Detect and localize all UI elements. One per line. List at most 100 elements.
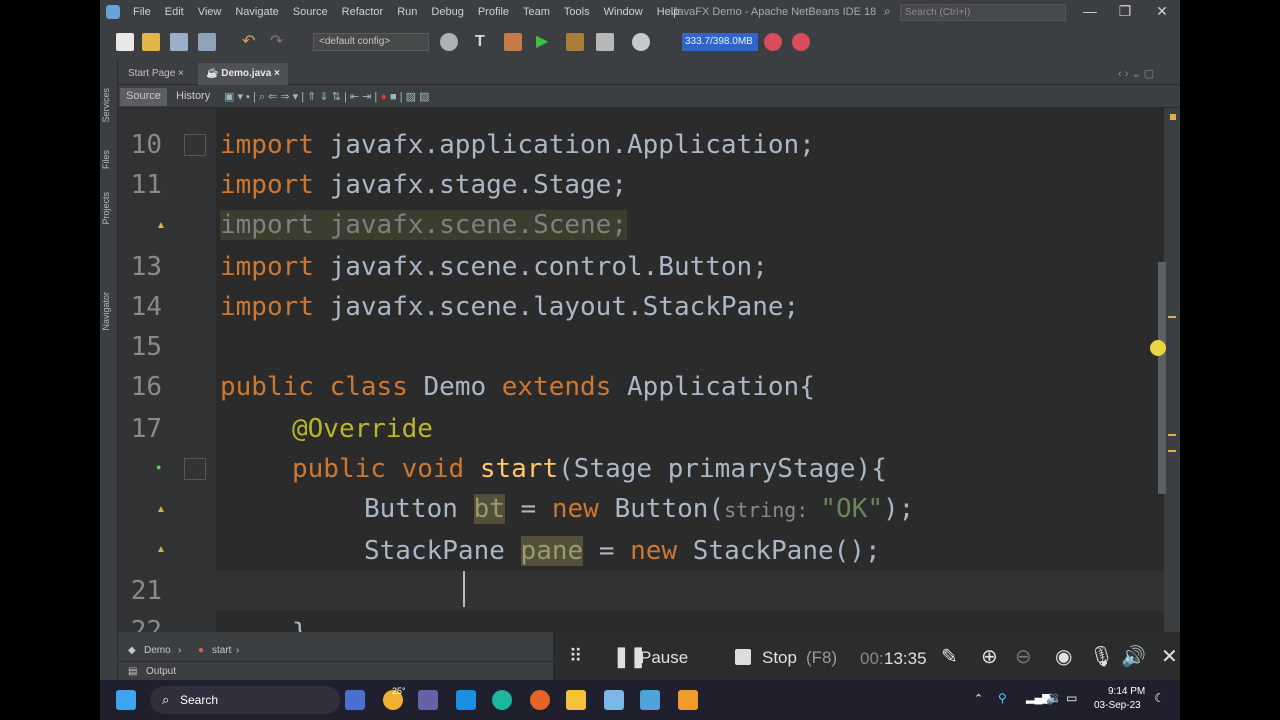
- menu-debug[interactable]: Debug: [424, 6, 470, 18]
- configuration-select[interactable]: <default config>: [313, 33, 429, 51]
- drag-handle-icon[interactable]: ⠿: [569, 646, 582, 667]
- search-icon[interactable]: ⌕: [884, 4, 891, 19]
- gc-icon[interactable]: [764, 33, 782, 51]
- maximize-icon[interactable]: ❐: [1113, 3, 1137, 20]
- monitor-icon[interactable]: [632, 33, 650, 51]
- sidetab-services[interactable]: Services: [101, 88, 111, 123]
- pen-icon[interactable]: ✎: [941, 644, 958, 669]
- open-project-icon[interactable]: [170, 33, 188, 51]
- menu-tools[interactable]: Tools: [557, 6, 597, 18]
- menu-run[interactable]: Run: [390, 6, 424, 18]
- close-icon[interactable]: ×: [274, 68, 280, 79]
- debug-icon[interactable]: [566, 33, 584, 51]
- search-input[interactable]: Search (Ctrl+I): [900, 4, 1066, 21]
- edge-icon[interactable]: [492, 690, 512, 710]
- stop-button[interactable]: Stop: [762, 648, 797, 668]
- clock-date[interactable]: 03-Sep-23: [1094, 700, 1141, 711]
- new-file-icon[interactable]: [116, 33, 134, 51]
- start-icon[interactable]: [116, 690, 136, 710]
- minimize-icon[interactable]: —: [1078, 3, 1102, 19]
- menu-file[interactable]: File: [126, 6, 158, 18]
- warning-marker-icon: [1170, 114, 1176, 120]
- battery-icon[interactable]: ▭: [1066, 691, 1077, 705]
- netbeans-taskbar-icon[interactable]: [604, 690, 624, 710]
- line-number: 13: [130, 252, 162, 282]
- menu-refactor[interactable]: Refactor: [335, 6, 391, 18]
- sidetab-projects[interactable]: Projects: [101, 192, 111, 225]
- vertical-scrollbar[interactable]: [1164, 108, 1180, 632]
- file-explorer-icon[interactable]: [566, 690, 586, 710]
- breadcrumb-class[interactable]: Demo: [144, 645, 171, 656]
- notepad-icon[interactable]: [640, 690, 660, 710]
- close-icon[interactable]: ✕: [1161, 644, 1178, 669]
- build-hammer-icon[interactable]: T: [475, 33, 493, 51]
- clock-time[interactable]: 9:14 PM: [1108, 686, 1145, 697]
- error-stripe-mark[interactable]: [1168, 434, 1176, 436]
- scrollbar-thumb[interactable]: [1158, 262, 1166, 494]
- close-icon[interactable]: ×: [178, 68, 184, 79]
- sidetab-navigator[interactable]: Navigator: [101, 292, 111, 331]
- breadcrumb-method[interactable]: start: [212, 645, 231, 656]
- recorder-app-icon[interactable]: [678, 690, 698, 710]
- stop-icon[interactable]: [735, 649, 751, 665]
- zoom-out-icon[interactable]: ⊖: [1015, 644, 1032, 669]
- menu-navigate[interactable]: Navigate: [228, 6, 285, 18]
- tray-chevron-up-icon[interactable]: ⌃: [974, 692, 983, 705]
- code-editor[interactable]: 10 11 ▲ 13 14 15 16 17 ● ▲ ▲ 21 22 impor…: [118, 108, 1164, 632]
- lightbulb-icon[interactable]: ▲: [156, 504, 166, 515]
- save-all-icon[interactable]: [198, 33, 216, 51]
- menu-window[interactable]: Window: [597, 6, 650, 18]
- menu-source[interactable]: Source: [286, 6, 335, 18]
- tab-start-page[interactable]: Start Page ×: [120, 63, 192, 85]
- undo-icon[interactable]: ↶: [242, 33, 260, 51]
- zoom-in-icon[interactable]: ⊕: [981, 644, 998, 669]
- text-caret: [463, 571, 465, 607]
- fold-toggle-icon[interactable]: [184, 458, 206, 480]
- line-number: 14: [130, 292, 162, 322]
- taskbar-search[interactable]: Search: [150, 686, 340, 714]
- menu-view[interactable]: View: [191, 6, 229, 18]
- error-stripe-mark[interactable]: [1168, 450, 1176, 452]
- line-number: 11: [130, 170, 162, 200]
- lightbulb-icon[interactable]: ▲: [156, 220, 166, 231]
- run-icon[interactable]: ▶: [536, 33, 554, 51]
- java-file-icon: ☕: [206, 68, 219, 79]
- sidetab-files[interactable]: Files: [101, 150, 111, 169]
- firefox-icon[interactable]: [530, 690, 550, 710]
- mail-icon[interactable]: [456, 690, 476, 710]
- output-tab[interactable]: Output: [146, 666, 176, 677]
- history-tab[interactable]: History: [170, 88, 216, 106]
- source-tab[interactable]: Source: [120, 88, 167, 106]
- profile-icon[interactable]: [596, 33, 614, 51]
- teams-icon[interactable]: [418, 690, 438, 710]
- tab-demo-java[interactable]: ☕ Demo.java ×: [198, 63, 288, 85]
- menu-team[interactable]: Team: [516, 6, 557, 18]
- editor-actions[interactable]: ▣ ▾ ▪ | ⌕ ⇐ ⇒ ▾ | ⇑ ⇓ ⇅ | ⇤ ⇥ | ● ■ | ▨ …: [224, 90, 584, 104]
- new-project-icon[interactable]: [142, 33, 160, 51]
- volume-icon[interactable]: 🔉: [1046, 690, 1062, 706]
- menu-profile[interactable]: Profile: [471, 6, 516, 18]
- speaker-icon[interactable]: 🔊: [1121, 644, 1146, 669]
- moon-icon[interactable]: ☾: [1154, 691, 1165, 705]
- network-tray-icon[interactable]: ⚲: [998, 691, 1007, 705]
- menu-edit[interactable]: Edit: [158, 6, 191, 18]
- tab-scroll-icon[interactable]: ‹ › ⌄ ▢: [1118, 67, 1154, 80]
- webcam-icon[interactable]: ◉: [1055, 644, 1072, 669]
- override-marker-icon[interactable]: ●: [156, 462, 161, 472]
- line-number: 22: [130, 616, 162, 632]
- error-stripe-mark[interactable]: [1168, 316, 1176, 318]
- record-icon[interactable]: ●: [380, 91, 387, 103]
- pause-button[interactable]: Pause: [640, 648, 688, 668]
- close-icon[interactable]: ✕: [1150, 3, 1174, 20]
- memory-indicator[interactable]: 333.7/398.0MB: [682, 33, 758, 51]
- globe-icon[interactable]: [440, 33, 458, 51]
- task-view-icon[interactable]: [345, 690, 365, 710]
- line-number: 15: [130, 332, 162, 362]
- redo-icon[interactable]: ↷: [270, 33, 288, 51]
- clean-build-icon[interactable]: [504, 33, 522, 51]
- screen-recorder-bar: ⠿ ❚❚ Pause Stop (F8) 00: 13:35 ✎ ⊕ ⊖ ◉ 🎙…: [553, 632, 1180, 682]
- microphone-icon[interactable]: 🎙: [1089, 644, 1114, 669]
- profile-memory-icon[interactable]: [792, 33, 810, 51]
- lightbulb-icon[interactable]: ▲: [156, 544, 166, 555]
- fold-toggle-icon[interactable]: [184, 134, 206, 156]
